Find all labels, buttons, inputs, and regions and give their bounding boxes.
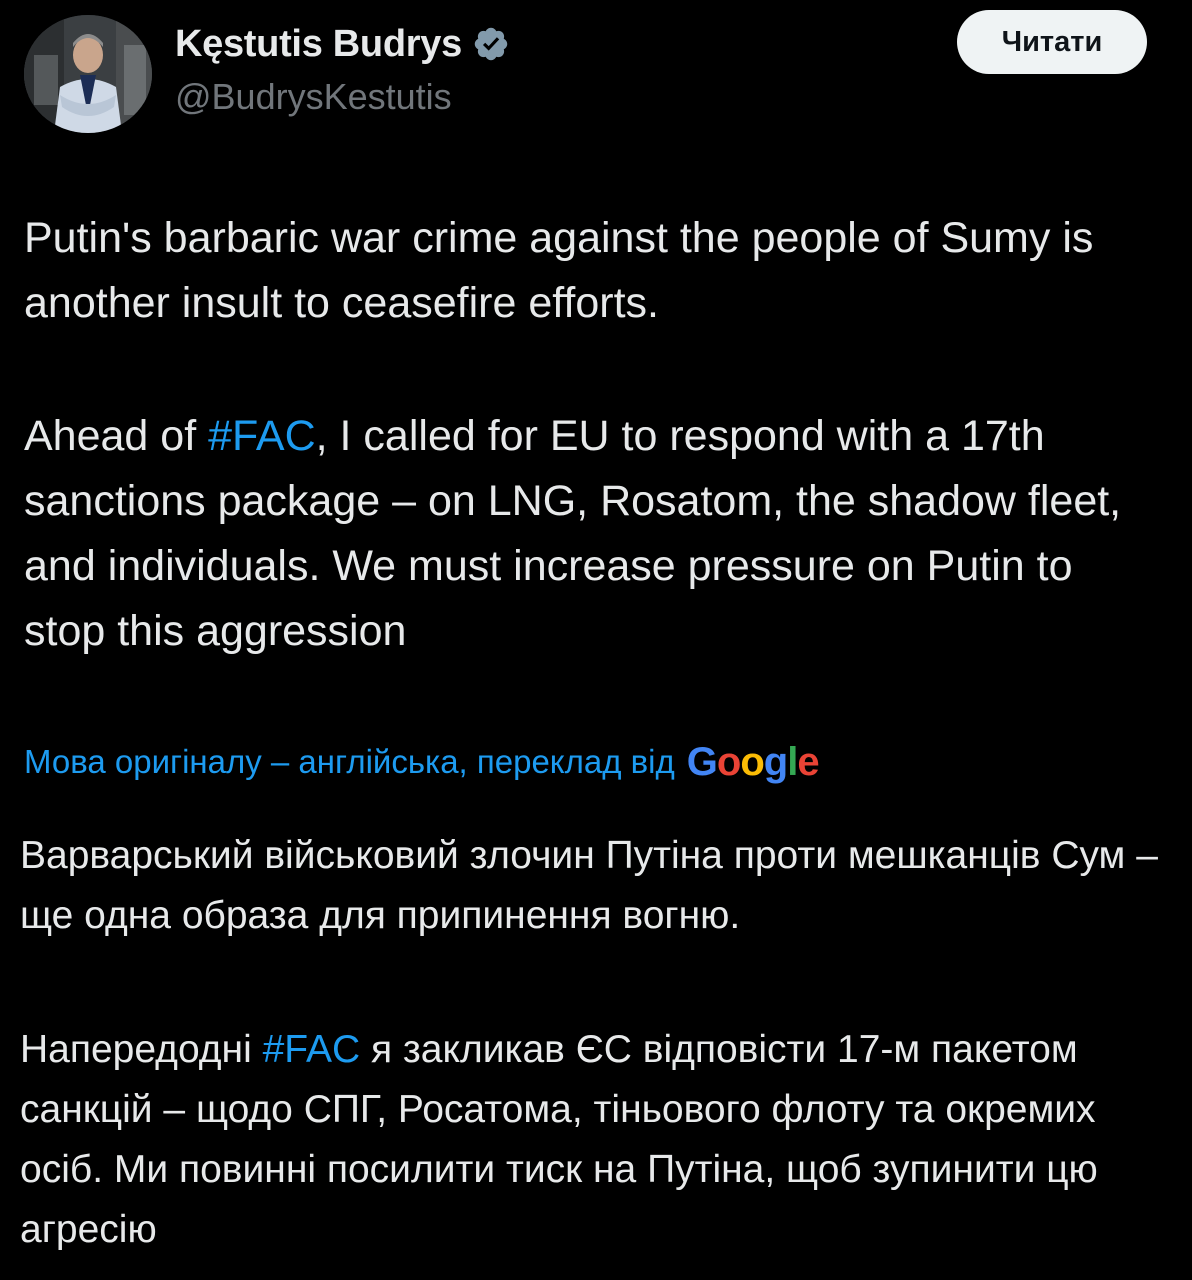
verified-badge-icon — [472, 25, 510, 63]
translated-paragraph-1: Варварський військовий злочин Путіна про… — [20, 834, 1158, 937]
hashtag-link[interactable]: #FAC — [208, 412, 316, 460]
follow-button[interactable]: Читати — [957, 10, 1147, 74]
tweet-paragraph-2: Ahead of #FAC, I called for EU to respon… — [24, 404, 1154, 664]
avatar[interactable] — [24, 15, 152, 133]
author-name-row[interactable]: Kęstutis Budrys — [175, 20, 510, 68]
profile-photo — [24, 15, 152, 133]
translated-hashtag-link[interactable]: #FAC — [263, 1028, 361, 1071]
translated-paragraph-2-prefix: Напередодні — [20, 1028, 263, 1071]
tweet-paragraph-2-prefix: Ahead of — [24, 412, 209, 460]
display-name[interactable]: Kęstutis Budrys — [175, 23, 462, 66]
author-handle[interactable]: @BudrysKestutis — [175, 76, 452, 118]
tweet-header: Kęstutis Budrys @BudrysKestutis Читати — [0, 0, 1192, 150]
translation-notice[interactable]: Мова оригіналу – англійська, переклад ві… — [24, 734, 820, 790]
translated-paragraph-2: Напередодні #FAC я закликав ЄС відповіст… — [20, 1020, 1170, 1260]
translation-notice-text[interactable]: Мова оригіналу – англійська, переклад ві… — [24, 743, 675, 781]
tweet-paragraph-1: Putin's barbaric war crime against the p… — [24, 214, 1094, 327]
google-logo: Google — [686, 739, 820, 784]
